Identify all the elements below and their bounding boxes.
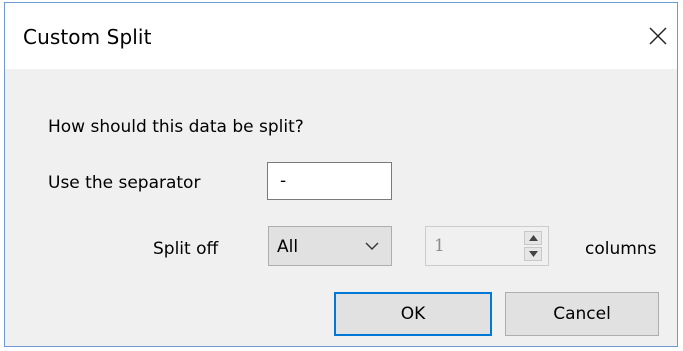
stepper-up-button[interactable] [524,231,542,245]
dialog-body: How should this data be split? Use the s… [5,69,677,346]
split-off-dropdown[interactable]: All [268,226,392,266]
triangle-up-icon [529,235,538,241]
separator-label: Use the separator [48,173,201,193]
close-icon [649,27,667,45]
ok-button[interactable]: OK [334,292,492,336]
triangle-down-icon [529,251,538,257]
title-bar: Custom Split [5,3,677,69]
stepper-down-button[interactable] [524,247,542,261]
close-button[interactable] [637,17,677,57]
stepper-buttons [524,231,542,261]
columns-count-stepper[interactable]: 1 [425,226,549,266]
columns-label: columns [585,239,657,259]
cancel-button[interactable]: Cancel [505,292,659,336]
columns-count-value: 1 [434,236,445,256]
custom-split-dialog: Custom Split How should this data be spl… [4,2,678,347]
chevron-down-icon [365,242,379,250]
split-off-label: Split off [153,239,219,259]
separator-input[interactable] [267,162,392,200]
question-text: How should this data be split? [48,117,304,137]
split-off-selected-value: All [277,237,299,257]
dialog-title: Custom Split [23,25,152,49]
